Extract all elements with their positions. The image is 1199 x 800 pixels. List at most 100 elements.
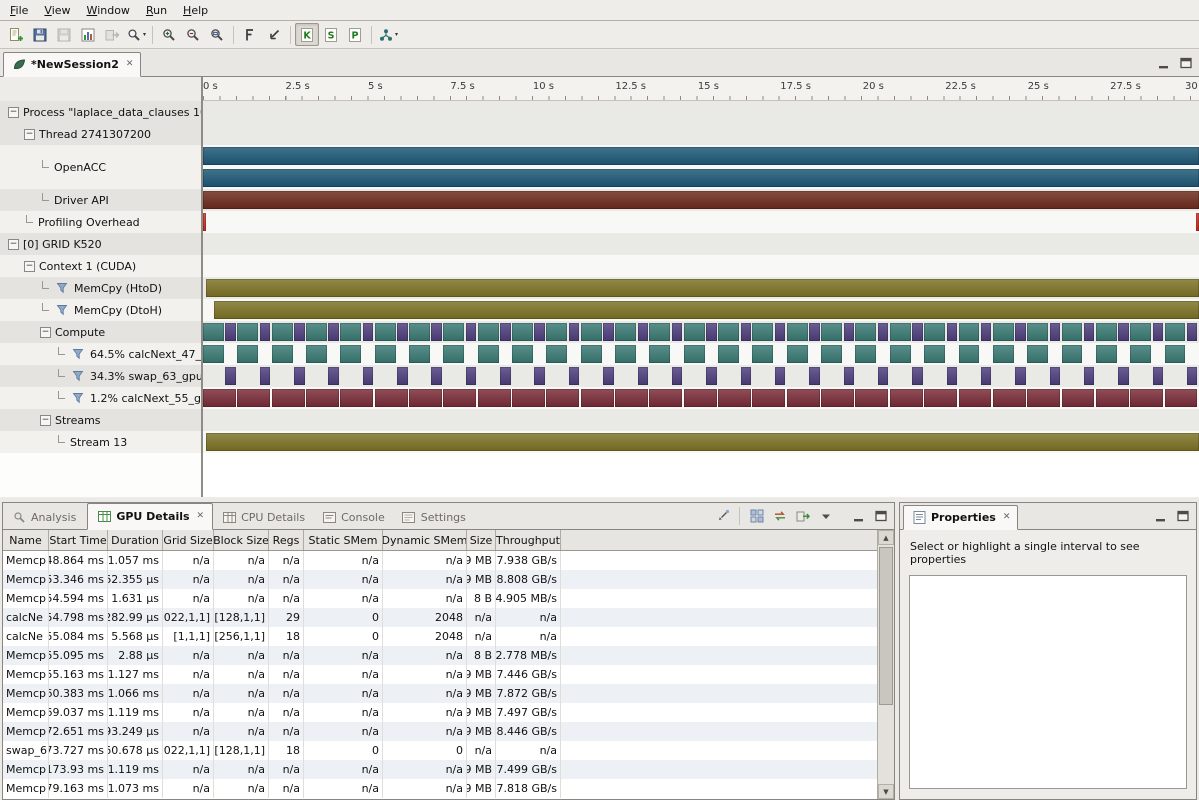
select-interval-button[interactable] <box>712 506 733 526</box>
collapse-toggle[interactable]: − <box>40 415 51 426</box>
interval-bar[interactable] <box>478 389 511 407</box>
table-row[interactable]: swap_6173.727 ms60.678 µs1022,1,1][128,1… <box>3 741 877 760</box>
interval-bar[interactable] <box>855 345 876 363</box>
tab-gpu-details[interactable]: GPU Details✕ <box>87 503 213 530</box>
interval-bar[interactable] <box>512 345 533 363</box>
interval-bar[interactable] <box>409 345 430 363</box>
interval-bar[interactable] <box>809 323 819 341</box>
interval-bar[interactable] <box>1096 345 1117 363</box>
interval-bar[interactable] <box>431 367 441 385</box>
interval-bar[interactable] <box>649 345 670 363</box>
interval-bar[interactable] <box>993 345 1014 363</box>
interval-bar[interactable] <box>260 367 270 385</box>
interval-bar[interactable] <box>375 389 408 407</box>
zoom-fit-button[interactable] <box>205 23 229 46</box>
interval-bar[interactable] <box>203 323 224 341</box>
interval-bar[interactable] <box>718 389 751 407</box>
tree-item[interactable]: −[0] GRID K520 <box>0 233 203 255</box>
interval-bar[interactable] <box>603 367 613 385</box>
interval-bar[interactable] <box>1118 367 1128 385</box>
interval-bar[interactable] <box>855 389 888 407</box>
interval-bar[interactable] <box>615 345 636 363</box>
interval-bar[interactable] <box>1027 389 1060 407</box>
interval-bar[interactable] <box>581 345 602 363</box>
interval-bar[interactable] <box>443 323 464 341</box>
timeline-lane[interactable] <box>203 431 1199 453</box>
interval-bar[interactable] <box>1196 213 1199 231</box>
interval-bar[interactable] <box>237 389 270 407</box>
interval-bar[interactable] <box>603 323 613 341</box>
table-row[interactable]: Memcp160.383 ms1.066 msn/an/an/an/an/a9 … <box>3 684 877 703</box>
zoom-out-button[interactable] <box>181 23 205 46</box>
analysis-menu-button[interactable]: ▾ <box>376 23 400 46</box>
interval-bar[interactable] <box>959 389 992 407</box>
interval-bar[interactable] <box>1165 323 1186 341</box>
interval-bar[interactable] <box>878 323 888 341</box>
table-row[interactable]: Memcp155.163 ms1.127 msn/an/an/an/an/a9 … <box>3 665 877 684</box>
menu-window[interactable]: Window <box>79 2 138 19</box>
interval-bar[interactable] <box>672 367 682 385</box>
interval-bar[interactable] <box>328 323 338 341</box>
interval-bar[interactable] <box>214 301 1199 319</box>
interval-bar[interactable] <box>203 169 1199 187</box>
interval-bar[interactable] <box>741 367 751 385</box>
tree-item[interactable]: OpenACC <box>0 145 203 189</box>
interval-bar[interactable] <box>1118 323 1128 341</box>
interval-bar[interactable] <box>375 345 396 363</box>
minimize-icon[interactable] <box>1154 509 1168 523</box>
close-tab-icon[interactable]: ✕ <box>126 59 134 69</box>
interval-bar[interactable] <box>924 389 957 407</box>
interval-bar[interactable] <box>1015 367 1025 385</box>
interval-bar[interactable] <box>1130 389 1163 407</box>
interval-bar[interactable] <box>1084 323 1094 341</box>
save-timeline-image-button[interactable] <box>52 23 76 46</box>
interval-bar[interactable] <box>1096 389 1129 407</box>
interval-bar[interactable] <box>947 323 957 341</box>
interval-bar[interactable] <box>294 323 304 341</box>
save-button[interactable] <box>28 23 52 46</box>
interval-bar[interactable] <box>206 279 1199 297</box>
interval-bar[interactable] <box>466 323 476 341</box>
tree-item[interactable]: −Process "laplace_data_clauses 10... <box>0 101 203 123</box>
interval-bar[interactable] <box>272 389 305 407</box>
tab-newsession2[interactable]: *NewSession2 ✕ <box>3 52 141 77</box>
interval-bar[interactable] <box>1130 323 1151 341</box>
interval-bar[interactable] <box>340 389 373 407</box>
interval-bar[interactable] <box>225 367 235 385</box>
timeline-lane[interactable] <box>203 255 1199 277</box>
summary-view-button[interactable] <box>746 506 767 526</box>
zoom-in-button[interactable] <box>157 23 181 46</box>
collapse-toggle[interactable]: − <box>24 129 35 140</box>
tree-item[interactable]: 34.3% swap_63_gpu <box>0 365 203 387</box>
interval-bar[interactable] <box>752 389 785 407</box>
interval-bar[interactable] <box>546 389 579 407</box>
maximize-icon[interactable] <box>1179 56 1193 70</box>
interval-bar[interactable] <box>706 323 716 341</box>
interval-bar[interactable] <box>947 367 957 385</box>
interval-bar[interactable] <box>787 389 820 407</box>
column-header[interactable]: Regs <box>269 530 304 550</box>
close-tab-icon[interactable]: ✕ <box>1003 512 1011 522</box>
interval-bar[interactable] <box>981 367 991 385</box>
interval-bar[interactable] <box>1130 345 1151 363</box>
tree-item[interactable]: 64.5% calcNext_47_... <box>0 343 203 365</box>
interval-bar[interactable] <box>993 323 1014 341</box>
tree-item[interactable]: −Context 1 (CUDA) <box>0 255 203 277</box>
interval-bar[interactable] <box>306 323 327 341</box>
column-header[interactable]: Name <box>3 530 49 550</box>
interval-bar[interactable] <box>1165 389 1198 407</box>
sync-timeline-button[interactable] <box>769 506 790 526</box>
interval-bar[interactable] <box>638 367 648 385</box>
interval-bar[interactable] <box>1187 367 1197 385</box>
interval-bar[interactable] <box>706 367 716 385</box>
scroll-up-icon[interactable]: ▲ <box>878 530 894 545</box>
close-tab-icon[interactable]: ✕ <box>197 511 205 521</box>
search-menu-button[interactable]: ▾ <box>124 23 148 46</box>
menu-file[interactable]: File <box>2 2 36 19</box>
column-header[interactable]: Block Size <box>214 530 269 550</box>
minimize-icon[interactable] <box>852 509 866 523</box>
interval-bar[interactable] <box>959 323 980 341</box>
interval-bar[interactable] <box>821 323 842 341</box>
timeline-ruler[interactable]: 0 s2.5 s5 s7.5 s10 s12.5 s15 s17.5 s20 s… <box>203 77 1199 101</box>
interval-bar[interactable] <box>1062 389 1095 407</box>
